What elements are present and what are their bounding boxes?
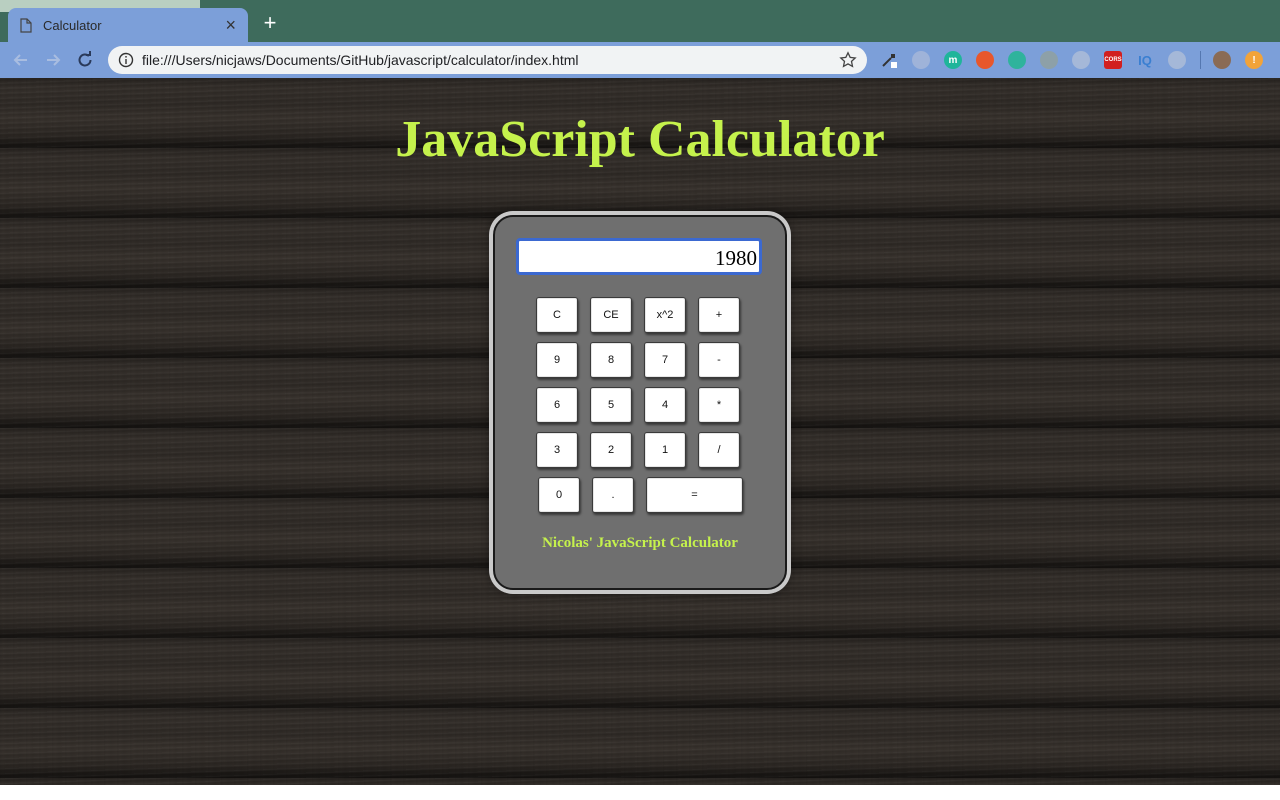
digit-8-button[interactable]: 8: [590, 342, 632, 378]
page-title: JavaScript Calculator: [395, 111, 885, 168]
update-alert-icon[interactable]: !: [1245, 51, 1263, 69]
digit-7-button[interactable]: 7: [644, 342, 686, 378]
digit-4-button[interactable]: 4: [644, 387, 686, 423]
reload-icon: [78, 51, 92, 67]
extensions-bar: m CORS IQ!: [880, 50, 1277, 70]
bookmark-star-icon: [839, 51, 857, 68]
tab-strip: Calculator × +: [0, 0, 1280, 42]
reload-button[interactable]: [74, 49, 96, 71]
forward-button[interactable]: [42, 49, 64, 71]
digit-5-button[interactable]: 5: [590, 387, 632, 423]
vue-extension-icon[interactable]: [1040, 51, 1058, 69]
new-tab-button[interactable]: +: [258, 11, 282, 35]
digit-2-button[interactable]: 2: [590, 432, 632, 468]
tab-title: Calculator: [43, 17, 102, 33]
plus-button[interactable]: +: [698, 297, 740, 333]
url-text: file:///Users/nicjaws/Documents/GitHub/j…: [142, 52, 579, 68]
arrow-right-icon: [47, 54, 61, 66]
browser-toolbar: file:///Users/nicjaws/Documents/GitHub/j…: [0, 42, 1280, 78]
browser-tab[interactable]: Calculator ×: [8, 8, 248, 42]
multiply-button[interactable]: *: [698, 387, 740, 423]
target-extension-icon[interactable]: [1072, 51, 1090, 69]
m-extension-icon[interactable]: m: [944, 51, 962, 69]
circle-extension-icon[interactable]: [912, 51, 930, 69]
equals-button[interactable]: =: [646, 477, 743, 513]
iq-extension-icon[interactable]: IQ: [1136, 51, 1154, 69]
address-bar[interactable]: file:///Users/nicjaws/Documents/GitHub/j…: [108, 46, 867, 74]
digit-1-button[interactable]: 1: [644, 432, 686, 468]
arrow-left-icon: [13, 54, 27, 66]
clear-entry-button[interactable]: CE: [590, 297, 632, 333]
digit-6-button[interactable]: 6: [536, 387, 578, 423]
calculator-display[interactable]: [516, 238, 762, 275]
clear-button[interactable]: C: [536, 297, 578, 333]
bottom-strip: [0, 785, 1280, 800]
calculator-panel: Nicolas' JavaScript Calculator C CE x^2 +98…: [493, 215, 787, 590]
calculator-footer: Nicolas' JavaScript Calculator: [542, 535, 738, 551]
decimal-button[interactable]: .: [592, 477, 634, 513]
eyedropper-extension-icon[interactable]: [880, 51, 898, 69]
info-icon: [118, 52, 134, 68]
document-icon: [20, 17, 32, 33]
react-extension-icon[interactable]: [1008, 51, 1026, 69]
minus-button[interactable]: -: [698, 342, 740, 378]
toolbar-separator: [1200, 51, 1201, 69]
digit-0-button[interactable]: 0: [538, 477, 580, 513]
gear-extension-icon[interactable]: [1168, 51, 1186, 69]
fire-extension-icon[interactable]: [976, 51, 994, 69]
digit-9-button[interactable]: 9: [536, 342, 578, 378]
tab-close-icon[interactable]: ×: [225, 16, 236, 34]
profile-avatar[interactable]: [1213, 51, 1231, 69]
back-button[interactable]: [10, 49, 32, 71]
square-button[interactable]: x^2: [644, 297, 686, 333]
divide-button[interactable]: /: [698, 432, 740, 468]
digit-3-button[interactable]: 3: [536, 432, 578, 468]
cors-extension-icon[interactable]: CORS: [1104, 51, 1122, 69]
